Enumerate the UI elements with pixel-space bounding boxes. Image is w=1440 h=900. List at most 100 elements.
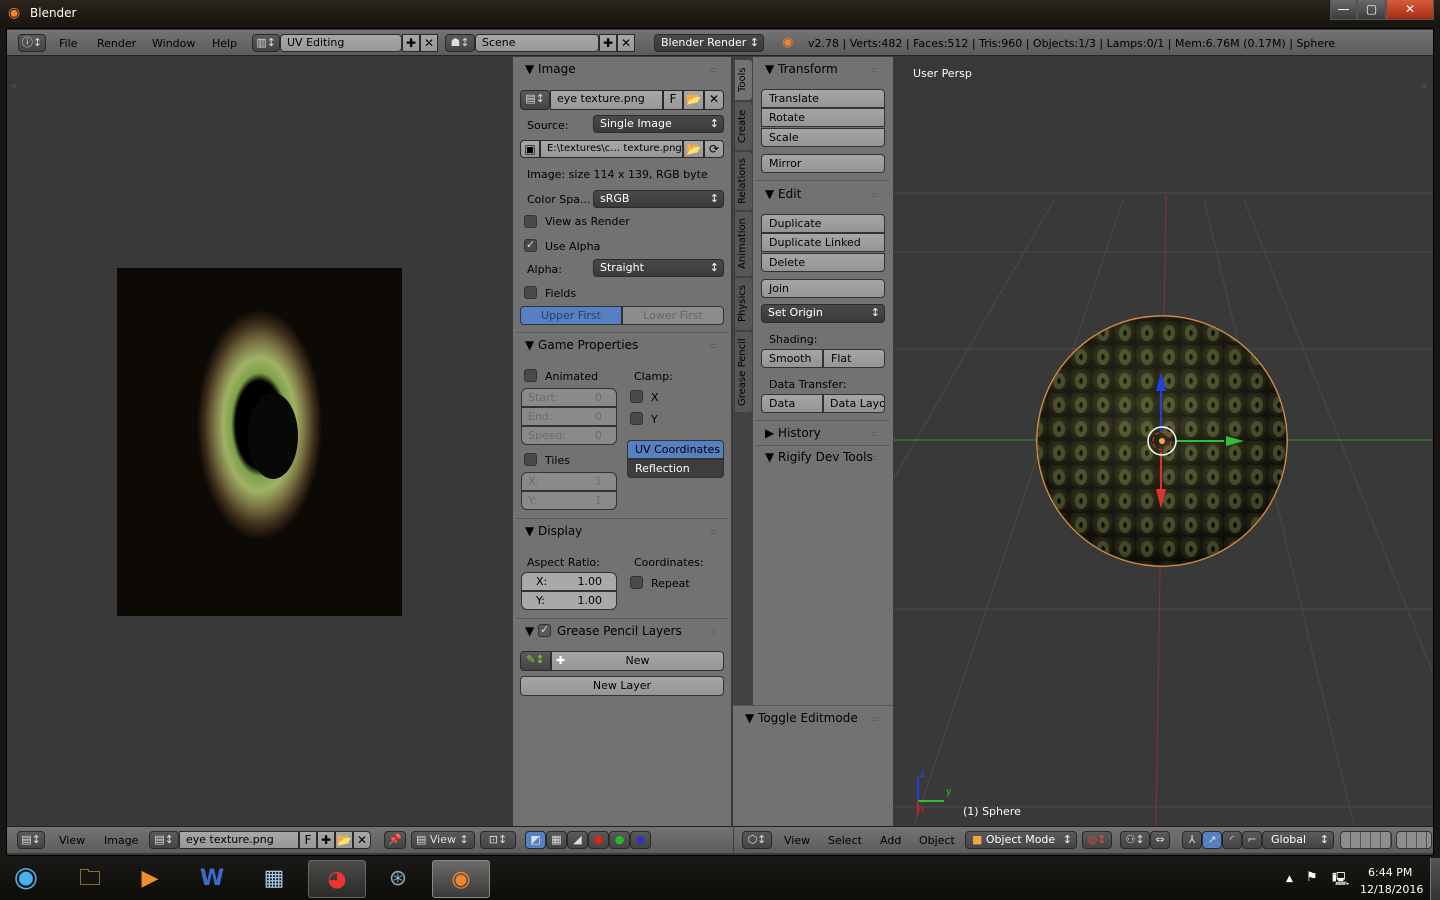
- tiles-x-field[interactable]: X: 1: [521, 472, 617, 491]
- taskbar-media-player[interactable]: ▶: [124, 860, 176, 898]
- fake-user-button[interactable]: F: [299, 831, 317, 849]
- remove-screen-button[interactable]: ✕: [420, 34, 438, 52]
- manipulator-toggle[interactable]: ⅄: [1182, 831, 1202, 849]
- close-button[interactable]: ✕: [1386, 0, 1434, 20]
- join-button[interactable]: Join: [761, 279, 885, 298]
- unlink-image-button[interactable]: ✕: [704, 90, 724, 110]
- pivot-dropdown[interactable]: ⊡↕: [480, 831, 516, 849]
- transform-orientation-dropdown[interactable]: Global ↕: [1262, 831, 1334, 849]
- region-expand-icon[interactable]: +: [1420, 81, 1428, 92]
- anim-end-field[interactable]: End: 0: [521, 407, 617, 426]
- screen-layout-name[interactable]: UV Editing: [280, 34, 402, 52]
- taskbar-time[interactable]: 6:44 PM: [1368, 866, 1412, 879]
- game-properties-panel-toggle[interactable]: ▼ Game Properties: [525, 338, 638, 352]
- tab-physics[interactable]: Physics: [735, 278, 752, 330]
- rotate-button[interactable]: Rotate: [761, 108, 885, 127]
- fields-checkbox[interactable]: [524, 286, 537, 299]
- drag-grip-icon[interactable]: ::::: [709, 65, 717, 74]
- tab-animation[interactable]: Animation: [735, 212, 752, 276]
- pin-button[interactable]: 📌: [384, 831, 406, 849]
- region-expand-icon[interactable]: +: [10, 81, 18, 92]
- menu-view[interactable]: View: [784, 834, 810, 847]
- draw-channels-color-alpha[interactable]: ◩: [525, 831, 546, 849]
- set-origin-dropdown[interactable]: Set Origin ↕: [761, 304, 885, 323]
- action-center-flag-icon[interactable]: ⚑: [1306, 870, 1318, 885]
- image-panel-toggle[interactable]: ▼ Image: [525, 62, 576, 76]
- image-browse-button[interactable]: ▤↕: [149, 831, 179, 849]
- scene-name[interactable]: Scene: [475, 34, 599, 52]
- source-dropdown[interactable]: Single Image ↕: [593, 115, 724, 133]
- menu-add[interactable]: Add: [880, 834, 901, 847]
- clamp-y-checkbox[interactable]: [630, 412, 643, 425]
- show-desktop-button[interactable]: [1430, 858, 1440, 900]
- editor-type-button[interactable]: ⬡↕: [742, 831, 772, 849]
- shade-flat-button[interactable]: Flat: [823, 349, 885, 368]
- menu-select[interactable]: Select: [828, 834, 862, 847]
- fake-user-button[interactable]: F: [663, 90, 683, 110]
- drag-grip-icon[interactable]: ::::: [871, 190, 879, 199]
- reload-image-button[interactable]: ⟳: [704, 140, 724, 158]
- 3d-viewport[interactable]: User Persp z y x (1) Sphere +: [894, 57, 1433, 826]
- minimize-button[interactable]: —: [1330, 0, 1357, 20]
- draw-channels-z[interactable]: ◢: [567, 831, 588, 849]
- taskbar-chrome[interactable]: ◕: [308, 860, 366, 898]
- grease-pencil-browse-button[interactable]: ✎↕: [520, 651, 551, 671]
- scale-button[interactable]: Scale: [761, 128, 885, 147]
- pivot-point-dropdown[interactable]: ⚇↕: [1120, 831, 1150, 849]
- drag-grip-icon[interactable]: ::::: [871, 429, 879, 438]
- tab-tools[interactable]: Tools: [735, 60, 752, 100]
- shade-smooth-button[interactable]: Smooth: [761, 349, 823, 368]
- screen-layout-selector[interactable]: ▥↕: [252, 34, 280, 52]
- tab-grease-pencil[interactable]: Grease Pencil: [735, 332, 752, 412]
- start-button[interactable]: ◉: [4, 858, 48, 896]
- translate-button[interactable]: Translate: [761, 89, 885, 108]
- mode-dropdown[interactable]: ■ Object Mode ↕: [965, 831, 1077, 849]
- maximize-button[interactable]: ▢: [1357, 0, 1386, 20]
- data-transfer-button[interactable]: Data: [761, 394, 823, 413]
- rigify-panel-toggle[interactable]: ▼ Rigify Dev Tools: [765, 450, 873, 464]
- view-as-render-checkbox[interactable]: [524, 215, 537, 228]
- browse-file-button[interactable]: 📂: [683, 140, 704, 158]
- history-panel-toggle[interactable]: ▶ History: [765, 426, 821, 440]
- editor-type-button[interactable]: ▤↕: [17, 831, 45, 849]
- toggle-editmode-panel-toggle[interactable]: ▼ Toggle Editmode: [745, 711, 858, 725]
- menu-render[interactable]: Render: [97, 37, 136, 50]
- render-engine-dropdown[interactable]: Blender Render ↕: [654, 34, 764, 52]
- new-image-button[interactable]: ✚: [317, 831, 335, 849]
- grease-pencil-enable-checkbox[interactable]: [538, 623, 551, 637]
- scene-layers-grid[interactable]: [1340, 831, 1392, 849]
- draw-channels-green[interactable]: ●: [609, 831, 630, 849]
- tab-relations[interactable]: Relations: [735, 152, 752, 210]
- add-scene-button[interactable]: ✚: [599, 34, 617, 52]
- menu-object[interactable]: Object: [919, 834, 955, 847]
- aspect-x-field[interactable]: X: 1.00: [521, 572, 617, 591]
- drag-grip-icon[interactable]: ::::: [709, 627, 717, 636]
- grease-pencil-panel-toggle[interactable]: ▼: [525, 624, 534, 638]
- delete-button[interactable]: Delete: [761, 253, 885, 272]
- tiles-y-field[interactable]: Y: 1: [521, 491, 617, 510]
- tiles-checkbox[interactable]: [524, 453, 537, 466]
- taskbar-date[interactable]: 12/18/2016: [1360, 883, 1423, 896]
- mapping-reflection[interactable]: Reflection: [627, 459, 724, 478]
- transform-panel-toggle[interactable]: ▼ Transform: [765, 62, 838, 76]
- drag-grip-icon[interactable]: ::::: [709, 341, 717, 350]
- menu-image[interactable]: Image: [104, 834, 138, 847]
- remove-scene-button[interactable]: ✕: [617, 34, 635, 52]
- taskbar-blender[interactable]: ◉: [432, 860, 490, 898]
- menu-file[interactable]: File: [59, 37, 77, 50]
- rotate-manipulator[interactable]: ◜: [1222, 831, 1242, 849]
- unlink-image-button[interactable]: ✕: [353, 831, 371, 849]
- grease-pencil-new-button[interactable]: ✚ New: [551, 651, 724, 671]
- manipulate-centers-button[interactable]: ⇔: [1150, 831, 1170, 849]
- taskbar-steam[interactable]: ⊛: [372, 860, 424, 898]
- upper-first-toggle[interactable]: Upper First: [520, 306, 622, 325]
- taskbar-calculator[interactable]: ▦: [248, 860, 300, 898]
- show-hidden-icons-button[interactable]: ▲: [1286, 874, 1293, 884]
- scale-manipulator[interactable]: ⌐: [1242, 831, 1262, 849]
- viewport-shading-dropdown[interactable]: ◎↕: [1082, 831, 1112, 849]
- drag-grip-icon[interactable]: ::::: [871, 65, 879, 74]
- clamp-x-checkbox[interactable]: [630, 390, 643, 403]
- edit-panel-toggle[interactable]: ▼ Edit: [765, 187, 801, 201]
- repeat-checkbox[interactable]: [630, 576, 643, 589]
- mirror-button[interactable]: Mirror: [761, 154, 885, 173]
